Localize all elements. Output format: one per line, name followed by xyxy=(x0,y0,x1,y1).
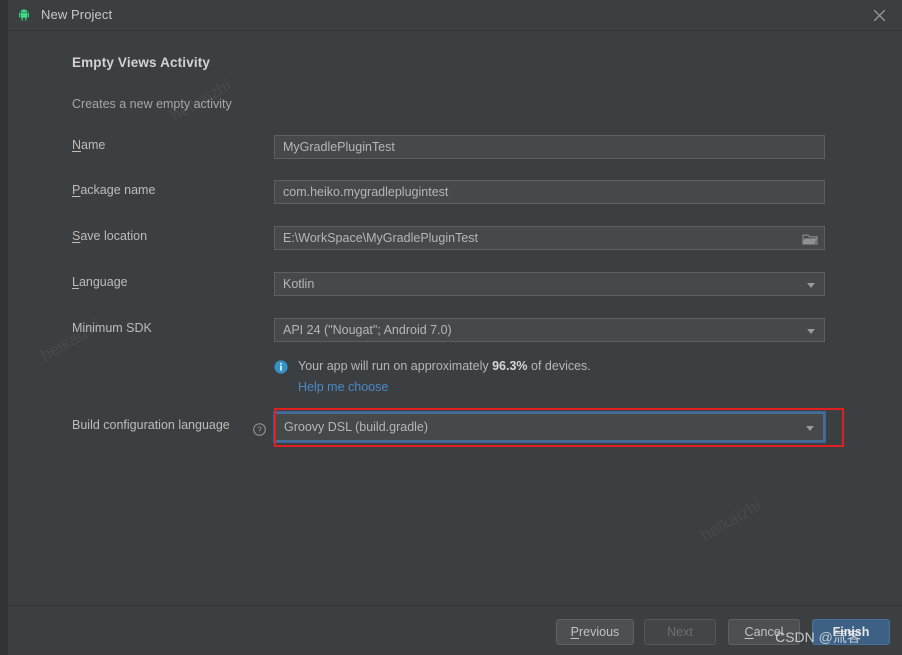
minimum-sdk-value: API 24 ("Nougat"; Android 7.0) xyxy=(283,323,452,337)
chevron-down-icon xyxy=(807,329,815,334)
coverage-text-after: of devices. xyxy=(527,359,591,373)
svg-text:?: ? xyxy=(257,425,262,434)
language-combobox[interactable]: Kotlin xyxy=(274,272,825,296)
cancel-button-label: Cancel xyxy=(744,625,784,639)
title-bar: New Project xyxy=(8,0,902,31)
next-button[interactable]: Next xyxy=(644,619,716,645)
save-location-value: E:\WorkSpace\MyGradlePluginTest xyxy=(283,231,478,245)
minimum-sdk-label: Minimum SDK xyxy=(72,321,152,335)
form-row-name: Name MyGradlePluginTest xyxy=(8,135,902,159)
dialog-footer: Previous Next Cancel Finish xyxy=(8,605,902,655)
help-me-choose-link[interactable]: Help me choose xyxy=(298,380,388,394)
background-watermark: heikaizhi xyxy=(697,495,765,546)
build-configuration-language-value: Groovy DSL (build.gradle) xyxy=(284,420,429,434)
dialog-content: Empty Views Activity Creates a new empty… xyxy=(8,31,902,605)
package-name-input[interactable]: com.heiko.mygradleplugintest xyxy=(274,180,825,204)
question-mark-icon[interactable]: ? xyxy=(253,423,266,436)
device-coverage-text: Your app will run on approximately 96.3%… xyxy=(298,359,591,373)
save-location-label: Save location xyxy=(72,229,148,243)
chevron-down-icon xyxy=(806,426,814,431)
finish-button[interactable]: Finish xyxy=(812,619,890,645)
form-row-minimum-sdk: Minimum SDK API 24 ("Nougat"; Android 7.… xyxy=(8,318,902,342)
android-robot-icon xyxy=(16,9,32,23)
template-title: Empty Views Activity xyxy=(72,55,211,70)
new-project-dialog: New Project Empty Views Activity Creates… xyxy=(0,0,902,655)
template-description: Creates a new empty activity xyxy=(72,97,232,111)
coverage-percent: 96.3% xyxy=(492,359,528,373)
build-configuration-language-combobox[interactable]: Groovy DSL (build.gradle) xyxy=(273,411,826,443)
language-value: Kotlin xyxy=(283,277,315,291)
previous-button[interactable]: Previous xyxy=(556,619,634,645)
previous-button-label: Previous xyxy=(570,625,620,639)
finish-button-label: Finish xyxy=(832,625,870,639)
window-title: New Project xyxy=(41,7,113,22)
info-icon xyxy=(274,360,288,374)
close-icon[interactable] xyxy=(856,0,902,31)
form-row-build-configuration-language: Build configuration language ? Groovy DS… xyxy=(8,411,902,443)
language-label: Language xyxy=(72,275,128,289)
build-configuration-language-label: Build configuration language xyxy=(72,418,230,432)
coverage-text-before: Your app will run on approximately xyxy=(298,359,493,373)
cancel-button[interactable]: Cancel xyxy=(728,619,800,645)
folder-icon[interactable] xyxy=(802,231,818,245)
name-input[interactable]: MyGradlePluginTest xyxy=(274,135,825,159)
chevron-down-icon xyxy=(807,283,815,288)
window-left-edge xyxy=(0,0,8,655)
form-row-package-name: Package name com.heiko.mygradleplugintes… xyxy=(8,180,902,204)
minimum-sdk-combobox[interactable]: API 24 ("Nougat"; Android 7.0) xyxy=(274,318,825,342)
name-label: Name xyxy=(72,138,106,152)
package-name-label: Package name xyxy=(72,183,156,197)
form-row-language: Language Kotlin xyxy=(8,272,902,296)
save-location-input[interactable]: E:\WorkSpace\MyGradlePluginTest xyxy=(274,226,825,250)
form-row-save-location: Save location E:\WorkSpace\MyGradlePlugi… xyxy=(8,226,902,250)
next-button-label: Next xyxy=(667,625,693,639)
